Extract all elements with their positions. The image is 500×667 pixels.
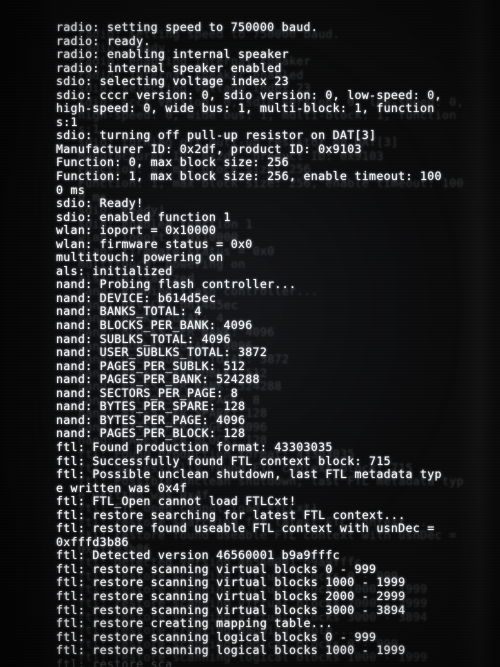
log-line-partial: ftl: restore sca [56, 656, 173, 667]
log-line: sdio: turning off pull-up resistor on DA… [56, 128, 377, 143]
log-line: high-speed: 0, wide bus: 1, multi-block:… [56, 101, 435, 116]
log-line: multitouch: powering on [56, 250, 224, 265]
log-line: sdio: Ready! [56, 196, 144, 211]
log-line: sdio: selecting voltage index 23 [56, 74, 289, 89]
log-line: ftl: restore scanning virtual blocks 100… [56, 575, 406, 590]
log-line: ftl: Detected version 46560001 b9a9fffc [56, 548, 340, 563]
log-line: nand: Probing flash controller... [56, 277, 297, 292]
log-line: ftl: restore scanning virtual blocks 200… [56, 588, 406, 603]
log-line: ftl: restore creating mapping table... [56, 616, 333, 631]
log-line: wlan: ioport = 0x10000 [56, 223, 217, 238]
log-line: Function: 1, max block size: 256, enable… [56, 169, 442, 184]
log-line: radio: setting speed to 750000 baud. [56, 20, 319, 34]
device-screen: radio: setting speed to 750000 baud. rad… [0, 0, 500, 667]
log-line: Function: 0, max block size: 256 [56, 155, 289, 170]
screen-left-dark-gutter [0, 0, 56, 667]
log-line: nand: BYTES_PER_SPARE: 128 [56, 399, 246, 414]
log-line: ftl: Found production format: 43303035 [56, 439, 333, 454]
log-line: nand: PAGES_PER_BANK: 524288 [56, 372, 260, 387]
log-line: ftl: restore found useable FTL context w… [56, 521, 435, 536]
log-line: ftl: Possible unclean shutdown, last FTL… [56, 467, 442, 482]
log-line: ftl: Successfully found FTL context bloc… [56, 453, 391, 468]
log-line: nand: PAGES_PER_BLOCK: 128 [56, 426, 246, 441]
log-line: radio: enabling internal speaker [56, 47, 289, 62]
boot-console-log: radio: setting speed to 750000 baud. rad… [56, 20, 500, 667]
log-line: nand: BLOCKS_PER_BANK: 4096 [56, 318, 253, 333]
log-line: ftl: FTL_Open cannot load FTLCxt! [56, 494, 297, 509]
log-line: nand: BANKS_TOTAL: 4 [56, 304, 202, 319]
log-line: nand: USER_SUBLKS_TOTAL: 3872 [56, 345, 268, 360]
log-line: ftl: restore scanning logical blocks 100… [56, 643, 406, 658]
